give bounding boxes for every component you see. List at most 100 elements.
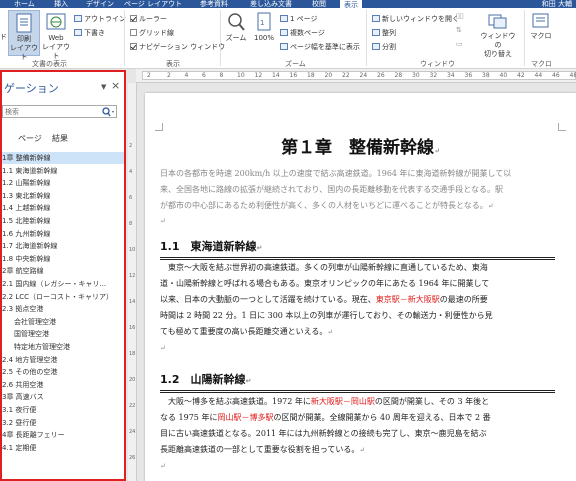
heading-1-2-text: 1.2 山陽新幹線 bbox=[160, 373, 246, 386]
heading-1-1: 1.1 東海道新幹線↵ bbox=[160, 238, 555, 260]
nav-heading-item[interactable]: 2.1 国内線（レガシー・キャリ... bbox=[2, 278, 124, 290]
switch-windows-label-1: ウィンドウの bbox=[480, 32, 516, 49]
nav-heading-item[interactable]: 1.4 上越新幹線 bbox=[2, 202, 124, 214]
vruler-tick-label: 18 bbox=[129, 351, 136, 357]
switch-windows-button[interactable]: ウィンドウの 切り替え bbox=[478, 12, 518, 58]
nav-heading-item[interactable]: 1.5 北陸新幹線 bbox=[2, 215, 124, 227]
new-window-icon bbox=[372, 15, 380, 22]
horizontal-ruler[interactable]: 2 2 4 6 8 10 12 14 16 18 20 22 24 26 28 30 32 34 36 38 40 42 4… bbox=[136, 69, 576, 83]
nav-heading-item[interactable]: 2.3 拠点空港 bbox=[2, 303, 124, 315]
paragraph-mark: ↵ bbox=[487, 202, 494, 210]
ruler-tick-label: 34 bbox=[447, 72, 455, 79]
gridlines-label: グリッド線 bbox=[139, 29, 174, 37]
body-line: 大阪〜博多を結ぶ高速鉄道。1972 年に新大阪駅－岡山駅の区間が開業し、その 3… bbox=[160, 394, 555, 410]
web-layout-icon bbox=[46, 13, 66, 30]
nav-heading-item[interactable]: 1.7 北海道新幹線 bbox=[2, 240, 124, 252]
gridlines-checkbox[interactable]: グリッド線 bbox=[130, 28, 174, 38]
print-layout-label-1: 印刷 bbox=[17, 35, 31, 43]
nav-heading-item[interactable]: 1章 整備新幹線 bbox=[2, 152, 124, 164]
ruler-tick-label: 46 bbox=[552, 72, 560, 79]
nav-heading-item[interactable]: 3.1 夜行便 bbox=[2, 404, 124, 416]
draft-button[interactable]: 下書き bbox=[74, 28, 105, 38]
nav-heading-item[interactable]: 2章 航空路線 bbox=[2, 265, 124, 277]
nav-heading-item[interactable]: 会社管理空港 bbox=[2, 316, 124, 328]
chapter-title-text: 第１章 整備新幹線 bbox=[281, 138, 435, 158]
body-text: の区間が開業。全線開業から 40 周年を迎える、日本で 2 番 bbox=[273, 413, 491, 422]
nav-heading-item[interactable]: 1.3 東北新幹線 bbox=[2, 190, 124, 202]
show-group-label: 表示 bbox=[166, 60, 180, 68]
zoom-button[interactable]: ズーム bbox=[222, 12, 250, 56]
arrange-all-button[interactable]: 整列 bbox=[372, 28, 396, 38]
vruler-tick-label: 26 bbox=[129, 455, 136, 461]
intro-line: 日本の各都市を時速 200km/h 以上の速度で結ぶ高速鉄道。1964 年に東海… bbox=[160, 169, 512, 178]
reset-window-icon[interactable]: ▭ bbox=[456, 40, 463, 48]
ruler-tick-label: 14 bbox=[272, 72, 280, 79]
vruler-tick-label: 10 bbox=[129, 247, 136, 253]
navigation-pane-title: ゲーション bbox=[4, 82, 59, 95]
zoom-group-label: ズーム bbox=[285, 60, 306, 68]
nav-heading-item[interactable]: 2.2 LCC（ローコスト・キャリア） bbox=[2, 291, 124, 303]
tab-results[interactable]: 結果 bbox=[52, 133, 68, 144]
nav-heading-item[interactable]: 1.1 東海道新幹線 bbox=[2, 165, 124, 177]
page-width-button[interactable]: ページ幅を基準に表示 bbox=[280, 42, 360, 52]
nav-heading-item[interactable]: 特定地方管理空港 bbox=[2, 341, 124, 353]
nav-heading-item[interactable]: 1.6 九州新幹線 bbox=[2, 228, 124, 240]
one-page-label: 1 ページ bbox=[290, 15, 318, 23]
print-layout-button[interactable]: 印刷 レイアウト bbox=[8, 10, 40, 61]
gridlines-check-icon bbox=[130, 29, 137, 36]
close-icon[interactable]: × bbox=[111, 79, 120, 92]
print-layout-icon bbox=[16, 13, 32, 33]
nav-heading-item[interactable]: 国管理空港 bbox=[2, 328, 124, 340]
nav-heading-item[interactable]: 3章 高速バス bbox=[2, 391, 124, 403]
pane-options-chevron-icon[interactable]: ▼ bbox=[101, 83, 106, 91]
draft-icon bbox=[74, 29, 82, 36]
nav-heading-item[interactable]: 3.2 昼行便 bbox=[2, 417, 124, 429]
search-input[interactable]: 検索 bbox=[2, 105, 117, 118]
macro-button[interactable]: マクロ bbox=[528, 12, 554, 56]
paragraph-mark: ↵ bbox=[160, 462, 166, 470]
vertical-ruler[interactable]: 2 4 6 8 10 12 14 16 18 20 22 24 26 bbox=[128, 83, 137, 481]
nav-heading-item[interactable]: 1.2 山陽新幹線 bbox=[2, 177, 124, 189]
nav-heading-item[interactable]: 4章 長距離フェリー bbox=[2, 429, 124, 441]
nav-heading-item[interactable]: 2.4 地方管理空港 bbox=[2, 354, 124, 366]
nav-heading-item[interactable]: 1.8 中央新幹線 bbox=[2, 253, 124, 265]
zoom-100-button[interactable]: 1 100% bbox=[250, 12, 278, 56]
paragraph-mark: ↵ bbox=[327, 328, 334, 336]
nav-heading-item[interactable]: 2.5 その他の空港 bbox=[2, 366, 124, 378]
vruler-tick-label: 2 bbox=[129, 143, 133, 149]
body-line: なる 1975 年に岡山駅－博多駅の区間が開業。全線開業から 40 周年を迎える… bbox=[160, 410, 555, 426]
ruler-checkbox[interactable]: ルーラー bbox=[130, 14, 167, 24]
outline-icon bbox=[74, 15, 82, 22]
document-area[interactable]: 第１章 整備新幹線↵ 日本の各都市を時速 200km/h 以上の速度で結ぶ高速鉄… bbox=[137, 83, 576, 481]
group-separator bbox=[124, 10, 125, 66]
group-separator bbox=[524, 10, 525, 66]
switch-windows-icon bbox=[488, 14, 507, 29]
navigation-pane: ゲーション ▼ × 検索 ページ 結果 1章 整備新幹線 1.1 東海道新幹線 1.… bbox=[0, 70, 126, 481]
split-label: 分割 bbox=[382, 43, 396, 51]
new-window-button[interactable]: 新しいウィンドウを開く bbox=[372, 14, 459, 24]
split-button[interactable]: 分割 bbox=[372, 42, 396, 52]
vruler-tick-label: 24 bbox=[129, 429, 136, 435]
search-icon[interactable] bbox=[101, 107, 115, 117]
body-line: 東京〜大阪を結ぶ世界初の高速鉄道。多くの列車が山陽新幹線に直通しているため、東海 bbox=[168, 263, 488, 272]
web-layout-button[interactable]: Web レイアウト bbox=[40, 10, 72, 60]
side-by-side-icon[interactable]: ▯▯ bbox=[456, 12, 464, 20]
section-1-2-paragraph: 大阪〜博多を結ぶ高速鉄道。1972 年に新大阪駅－岡山駅の区間が開業し、その 3… bbox=[160, 394, 555, 458]
navigation-pane-check-icon bbox=[130, 43, 137, 50]
navigation-pane-checkbox[interactable]: ナビゲーション ウィンドウ bbox=[130, 42, 225, 52]
one-page-button[interactable]: 1 ページ bbox=[280, 14, 318, 24]
window-group-label: ウィンドウ bbox=[420, 60, 455, 68]
empty-paragraph: ↵ bbox=[160, 213, 555, 229]
tab-pages[interactable]: ページ bbox=[18, 133, 42, 144]
document-page[interactable]: 第１章 整備新幹線↵ 日本の各都市を時速 200km/h 以上の速度で結ぶ高速鉄… bbox=[145, 93, 576, 481]
sync-scroll-icon[interactable]: ⇅ bbox=[456, 26, 462, 34]
zoom-100-icon: 1 bbox=[257, 12, 271, 31]
nav-heading-item[interactable]: 2.6 共用空港 bbox=[2, 379, 124, 391]
paragraph-mark: ↵ bbox=[434, 146, 440, 155]
outline-button[interactable]: アウトライン bbox=[74, 14, 126, 24]
ribbon: ド 印刷 レイアウト Web レイアウト アウトライン 下書き 文書の表示 ルー… bbox=[0, 8, 576, 69]
new-window-label: 新しいウィンドウを開く bbox=[382, 15, 459, 23]
multiple-pages-button[interactable]: 複数ページ bbox=[280, 28, 325, 38]
read-mode-button[interactable]: ド bbox=[0, 32, 7, 42]
nav-heading-item[interactable]: 4.1 定期便 bbox=[2, 442, 124, 454]
